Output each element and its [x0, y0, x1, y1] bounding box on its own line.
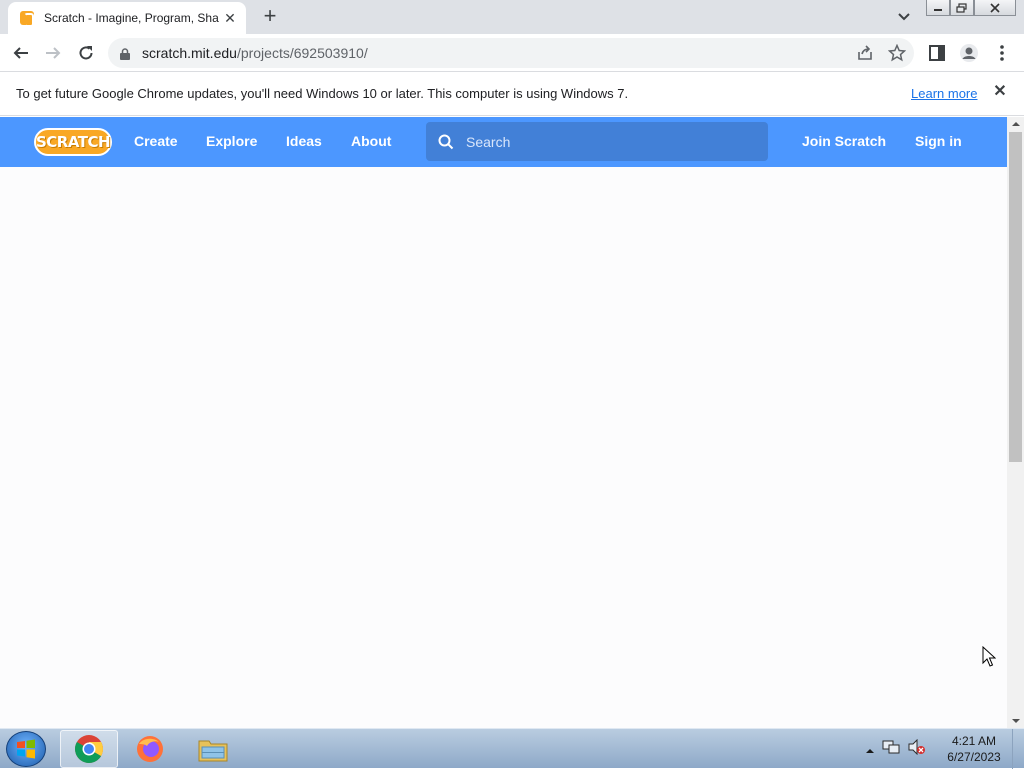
chrome-icon: [75, 735, 103, 763]
lock-icon[interactable]: [120, 47, 130, 60]
window-close-button[interactable]: [974, 0, 1016, 16]
windows-taskbar: 4:21 AM 6/27/2023: [0, 728, 1024, 769]
page-content: SCRATCH Create Explore Ideas About Join …: [0, 117, 1007, 728]
url-text[interactable]: scratch.mit.edu/projects/692503910/: [142, 45, 368, 61]
system-tray: [866, 738, 926, 760]
scratch-logo-text: SCRATCH: [35, 133, 111, 151]
sign-in-link[interactable]: Sign in: [915, 133, 962, 149]
network-icon[interactable]: [882, 739, 900, 760]
taskbar-file-explorer[interactable]: [184, 730, 242, 768]
tab-search-chevron-icon[interactable]: [894, 8, 914, 26]
nav-about[interactable]: About: [351, 133, 391, 149]
window-controls: [926, 0, 1016, 16]
page-scrollbar[interactable]: [1007, 117, 1024, 728]
new-tab-button[interactable]: +: [258, 5, 282, 28]
nav-explore[interactable]: Explore: [206, 133, 257, 149]
menu-kebab-icon[interactable]: [991, 42, 1013, 64]
scratch-navbar: SCRATCH Create Explore Ideas About Join …: [0, 117, 1007, 167]
learn-more-link[interactable]: Learn more: [911, 86, 977, 101]
taskbar-chrome[interactable]: [60, 730, 118, 768]
browser-toolbar: scratch.mit.edu/projects/692503910/: [0, 34, 1024, 72]
url-host: scratch.mit.edu: [142, 45, 237, 61]
clock-time: 4:21 AM: [951, 734, 997, 748]
address-bar[interactable]: scratch.mit.edu/projects/692503910/: [108, 38, 914, 68]
restore-button[interactable]: [950, 0, 974, 16]
tab-title: Scratch - Imagine, Program, Share: [44, 11, 219, 25]
url-path: /projects/692503910/: [236, 45, 368, 61]
show-desktop-button[interactable]: [1012, 729, 1024, 769]
share-icon[interactable]: [856, 44, 874, 67]
reload-button[interactable]: [73, 40, 99, 66]
forward-button[interactable]: [40, 40, 66, 66]
minimize-button[interactable]: [926, 0, 950, 16]
clock-date: 6/27/2023: [947, 750, 1001, 764]
mouse-pointer-icon: [982, 645, 997, 668]
nav-ideas[interactable]: Ideas: [286, 133, 322, 149]
scratch-search-box[interactable]: [426, 122, 768, 161]
browser-tab[interactable]: Scratch - Imagine, Program, Share ✕: [8, 2, 246, 34]
windows-logo-icon: [17, 739, 35, 759]
firefox-icon: [137, 736, 163, 762]
back-button[interactable]: [8, 40, 34, 66]
info-close-button[interactable]: ✕: [990, 82, 1010, 102]
profile-avatar-icon[interactable]: [958, 42, 980, 64]
start-button[interactable]: [6, 731, 46, 767]
nav-create[interactable]: Create: [134, 133, 178, 149]
taskbar-firefox[interactable]: [121, 730, 179, 768]
taskbar-clock[interactable]: 4:21 AM 6/27/2023: [940, 733, 1008, 765]
scroll-up-arrow-icon[interactable]: [1007, 117, 1024, 131]
scratch-favicon-icon: [20, 11, 34, 27]
info-message: To get future Google Chrome updates, you…: [16, 86, 629, 101]
scroll-down-arrow-icon[interactable]: [1007, 714, 1024, 728]
search-input[interactable]: [466, 133, 746, 150]
tab-close-button[interactable]: ✕: [222, 10, 238, 26]
side-panel-icon[interactable]: [926, 42, 948, 64]
update-info-bar: To get future Google Chrome updates, you…: [0, 72, 1024, 116]
scratch-logo[interactable]: SCRATCH: [34, 128, 112, 156]
folder-icon: [198, 740, 228, 762]
volume-muted-icon[interactable]: [908, 738, 926, 760]
bookmark-star-icon[interactable]: [887, 43, 907, 67]
tab-strip: Scratch - Imagine, Program, Share ✕ +: [0, 0, 1024, 34]
search-icon: [438, 134, 454, 150]
join-scratch-link[interactable]: Join Scratch: [802, 133, 886, 149]
scroll-thumb[interactable]: [1009, 132, 1022, 462]
show-hidden-icons-arrow-icon[interactable]: [866, 741, 874, 759]
